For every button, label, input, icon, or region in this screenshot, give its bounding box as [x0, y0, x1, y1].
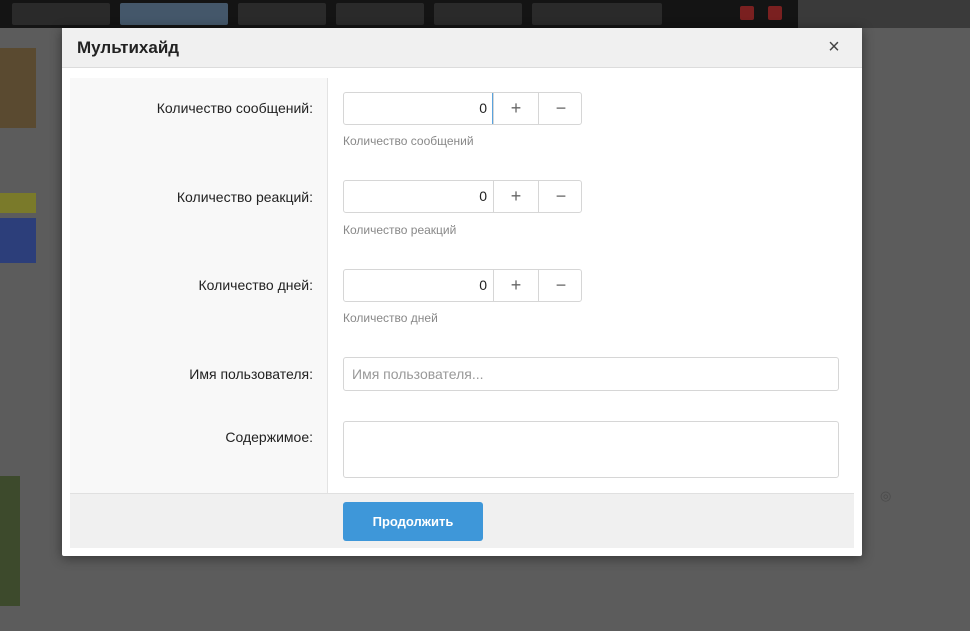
plus-icon[interactable]: + — [493, 181, 538, 212]
background-nav-tab — [238, 3, 326, 25]
content-label: Содержимое: — [225, 429, 313, 445]
background-nav-tab — [336, 3, 424, 25]
days-count-label: Количество дней: — [198, 277, 313, 293]
content-textarea[interactable] — [343, 421, 839, 478]
background-nav-tab — [434, 3, 522, 25]
background-avatar — [0, 48, 36, 128]
dialog-header: Мультихайд × — [62, 28, 862, 68]
background-nav-tab — [12, 3, 110, 25]
messages-count-hint: Количество сообщений — [343, 134, 474, 148]
background-thumbnail — [0, 476, 20, 606]
dialog-title: Мультихайд — [77, 38, 180, 57]
days-count-stepper: 0 + − — [343, 269, 582, 302]
plus-icon[interactable]: + — [493, 93, 538, 124]
username-label: Имя пользователя: — [189, 366, 313, 382]
background-nav-tab-active — [120, 3, 228, 25]
minus-icon[interactable]: − — [538, 93, 583, 124]
background-badge — [0, 193, 36, 213]
background-top-bar — [0, 0, 970, 28]
plus-icon[interactable]: + — [493, 270, 538, 301]
reactions-count-input[interactable]: 0 — [347, 181, 487, 212]
username-input[interactable]: Имя пользователя... — [343, 357, 839, 391]
reactions-count-hint: Количество реакций — [343, 223, 457, 237]
background-badge — [0, 218, 36, 263]
background-side-link: ◎ — [880, 488, 892, 503]
background-search-box — [798, 0, 970, 28]
minus-icon[interactable]: − — [538, 181, 583, 212]
days-count-hint: Количество дней — [343, 311, 438, 325]
messages-count-label: Количество сообщений: — [156, 100, 313, 116]
multihide-dialog: Мультихайд × Количество сообщений: 0 + −… — [62, 28, 862, 556]
background-alert-icon — [768, 6, 782, 20]
messages-count-stepper: 0 + − — [343, 92, 582, 125]
continue-button[interactable]: Продолжить — [343, 502, 483, 541]
background-alert-icon — [740, 6, 754, 20]
close-icon[interactable]: × — [824, 36, 844, 58]
dialog-footer: Продолжить — [70, 493, 854, 548]
background-nav-tab — [532, 3, 662, 25]
minus-icon[interactable]: − — [538, 270, 583, 301]
reactions-count-label: Количество реакций: — [176, 189, 313, 205]
days-count-input[interactable]: 0 — [347, 270, 487, 301]
reactions-count-stepper: 0 + − — [343, 180, 582, 213]
messages-count-input[interactable]: 0 — [347, 93, 487, 124]
